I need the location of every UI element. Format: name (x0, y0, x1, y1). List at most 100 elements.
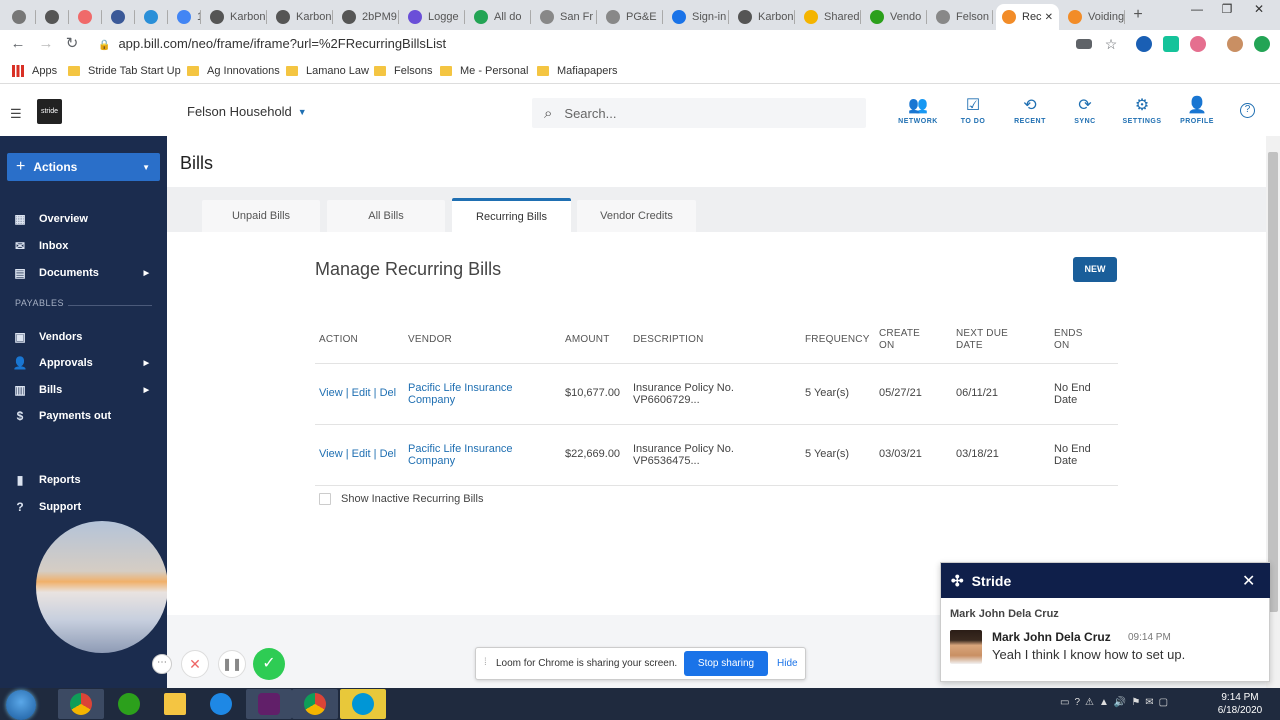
bookmark-item[interactable]: Felsons (374, 62, 433, 80)
help-icon[interactable]: ? (1240, 103, 1255, 118)
scrollbar-thumb[interactable] (1268, 152, 1278, 612)
sidebar-item-reports[interactable]: ▮ Reports (12, 470, 157, 490)
chrome-taskbar-button[interactable] (58, 689, 104, 719)
1password-icon[interactable] (1136, 36, 1152, 52)
todo-button[interactable]: ☑ TO DO (948, 96, 998, 125)
tab-recurring-bills[interactable]: Recurring Bills (452, 198, 571, 232)
show-inactive-checkbox[interactable] (319, 493, 331, 505)
bookmark-apps[interactable]: Apps (12, 62, 57, 80)
extension-icon[interactable] (1190, 36, 1206, 52)
message-author[interactable]: Mark John Dela Cruz (992, 630, 1111, 644)
browser-tab[interactable]: Vendo (864, 4, 927, 30)
recent-button[interactable]: ⟲ RECENT (1005, 96, 1055, 125)
sidebar-item-documents[interactable]: ▤ Documents ▶ (12, 263, 157, 283)
sidebar-item-approvals[interactable]: 👤 Approvals ▶ (12, 353, 157, 373)
sidebar-item-support[interactable]: ? Support (12, 497, 157, 517)
close-window-icon[interactable]: ✕ (1244, 0, 1274, 22)
sync-button[interactable]: ⟳ SYNC (1060, 96, 1110, 125)
taskbar-clock[interactable]: 9:14 PM 6/18/2020 (1205, 691, 1275, 717)
vendor-link[interactable]: Pacific Life Insurance Company (408, 443, 538, 467)
new-tab-button[interactable]: + (1128, 6, 1148, 24)
column-header-frequency[interactable]: FREQUENCY (805, 334, 870, 346)
back-icon[interactable]: ← (8, 34, 28, 54)
url-field[interactable]: 🔒 app.bill.com/neo/frame/iframe?url=%2FRe… (98, 33, 1098, 55)
vendor-link[interactable]: Pacific Life Insurance Company (408, 382, 538, 406)
bookmark-item[interactable]: Stride Tab Start Up (68, 62, 181, 80)
edit-link[interactable]: Edit (352, 448, 371, 460)
tab-unpaid-bills[interactable]: Unpaid Bills (202, 200, 320, 232)
browser-tab[interactable] (72, 4, 102, 30)
browser-tab[interactable]: Logge (402, 4, 465, 30)
settings-button[interactable]: ⚙ SETTINGS (1117, 96, 1167, 125)
search-input[interactable]: ⌕ Search... (532, 98, 866, 128)
ie-taskbar-button[interactable] (198, 689, 244, 719)
sidebar-item-vendors[interactable]: ▣ Vendors (12, 327, 157, 347)
column-header-ends-on[interactable]: ENDS ON (1054, 328, 1094, 352)
windows-start-icon[interactable] (6, 690, 36, 720)
column-header-vendor[interactable]: VENDOR (408, 334, 452, 346)
new-recurring-bill-button[interactable]: NEW (1073, 257, 1117, 282)
close-icon[interactable]: ✕ (1242, 571, 1255, 591)
view-link[interactable]: View (319, 448, 343, 460)
pause-icon[interactable]: ❚❚ (218, 650, 246, 678)
sidebar-item-overview[interactable]: ▦ Overview (12, 209, 157, 229)
tab-vendor-credits[interactable]: Vendor Credits (577, 200, 696, 232)
browser-tab[interactable] (138, 4, 168, 30)
browser-tab[interactable]: San Fr (534, 4, 597, 30)
extension-icon[interactable] (1254, 36, 1270, 52)
cancel-recording-icon[interactable]: ✕ (181, 650, 209, 678)
slack-taskbar-button[interactable] (246, 689, 292, 719)
more-options-icon[interactable]: ⋯ (152, 654, 172, 674)
forward-icon[interactable]: → (36, 34, 56, 54)
browser-tab[interactable]: 18 (171, 4, 201, 30)
column-header-amount[interactable]: AMOUNT (565, 334, 610, 346)
finish-recording-icon[interactable]: ✓ (253, 648, 285, 680)
file-explorer-taskbar-button[interactable] (152, 689, 198, 719)
webcam-bubble[interactable] (36, 521, 168, 653)
minimize-icon[interactable]: — (1182, 0, 1212, 22)
browser-tab[interactable]: Karbon (270, 4, 333, 30)
actions-button[interactable]: + Actions ▼ (7, 153, 160, 181)
drag-handle-icon[interactable]: ⁞ (484, 657, 487, 668)
stop-sharing-button[interactable]: Stop sharing (684, 651, 768, 676)
bookmark-item[interactable]: Lamano Law (286, 62, 369, 80)
bookmark-star-icon[interactable]: ☆ (1101, 34, 1121, 54)
hide-button[interactable]: Hide (777, 658, 798, 669)
browser-tab[interactable]: All do (468, 4, 531, 30)
browser-tab[interactable]: Karbon (204, 4, 267, 30)
quickbooks-taskbar-button[interactable] (106, 689, 152, 719)
browser-tab[interactable]: Shared (798, 4, 861, 30)
view-link[interactable]: View (319, 387, 343, 399)
profile-button[interactable]: 👤 PROFILE (1172, 96, 1222, 125)
delete-link[interactable]: Del (380, 387, 397, 399)
browser-tab[interactable]: Rec ✕ (996, 4, 1059, 30)
household-selector[interactable]: Felson Household ▼ (187, 104, 307, 119)
browser-tab[interactable]: PG&E (600, 4, 663, 30)
sidebar-item-payments-out[interactable]: $ Payments out (12, 406, 157, 426)
browser-tab[interactable]: Voiding (1062, 4, 1125, 30)
network-button[interactable]: 👥 NETWORK (893, 96, 943, 125)
hp-taskbar-button[interactable] (340, 689, 386, 719)
reload-icon[interactable]: ↻ (62, 34, 82, 54)
chat-header[interactable]: ✣ Stride (941, 563, 1270, 598)
show-inactive-label[interactable]: Show Inactive Recurring Bills (341, 493, 483, 505)
close-tab-icon[interactable]: ✕ (1045, 12, 1053, 23)
tab-all-bills[interactable]: All Bills (327, 200, 445, 232)
system-tray[interactable]: ▭?⚠▲🔊⚑✉▢ (1060, 697, 1173, 708)
browser-tab[interactable]: Sign-in (666, 4, 729, 30)
browser-tab[interactable] (105, 4, 135, 30)
browser-tab[interactable] (39, 4, 69, 30)
column-header-create-on[interactable]: CREATE ON (879, 328, 929, 352)
browser-tab[interactable]: Karbon (732, 4, 795, 30)
maximize-icon[interactable]: ❐ (1212, 0, 1242, 22)
browser-tab[interactable]: 2bPM9 (336, 4, 399, 30)
camera-icon[interactable] (1076, 39, 1092, 49)
browser-tab[interactable]: Felson (930, 4, 993, 30)
column-header-description[interactable]: DESCRIPTION (633, 334, 704, 346)
column-header-next-due-date[interactable]: NEXT DUE DATE (956, 328, 1016, 352)
sidebar-item-bills[interactable]: ▥ Bills ▶ (12, 380, 157, 400)
grammarly-icon[interactable] (1163, 36, 1179, 52)
delete-link[interactable]: Del (380, 448, 397, 460)
collapse-menu-icon[interactable]: ☰ (10, 106, 22, 122)
chrome-taskbar-button[interactable] (292, 689, 338, 719)
